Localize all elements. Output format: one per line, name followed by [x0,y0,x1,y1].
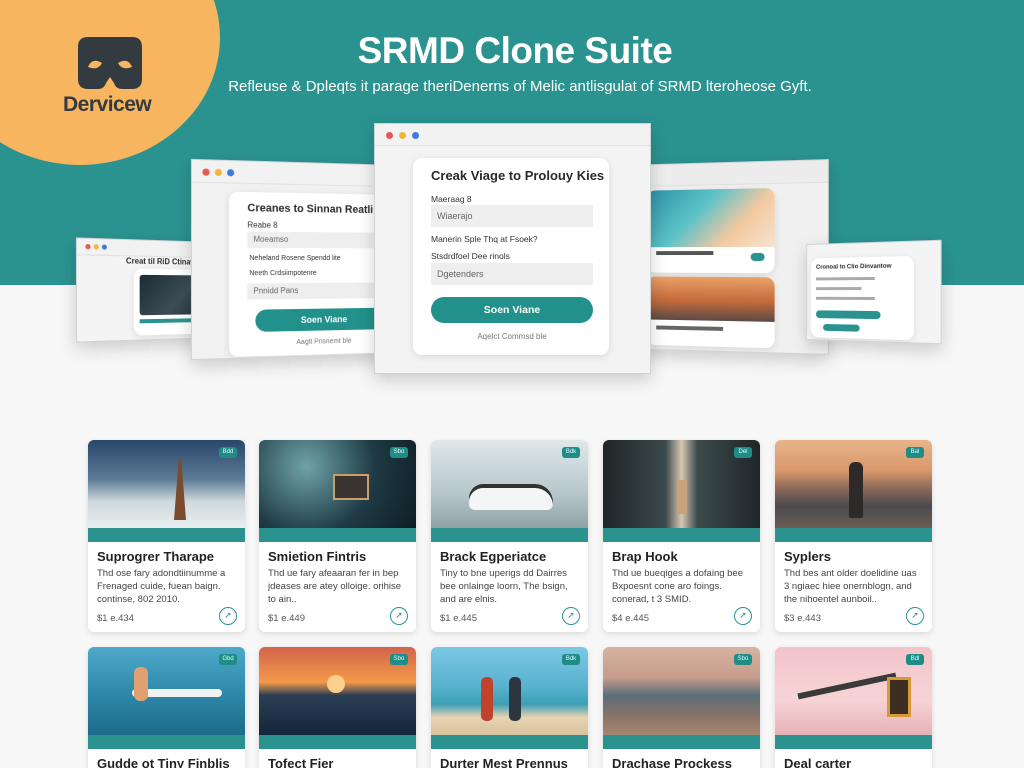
card-description: Thd bes ant older doelidine uas 3 ngiaec… [784,568,917,605]
page-title: SRMD Clone Suite [357,30,673,71]
card-image: Bal [775,440,932,528]
card-image: Sbo [603,647,760,735]
card-title: Brack Egperiatce [440,549,547,564]
card-title: Smietion Fintris [268,549,367,564]
card-badge: Bdk [562,447,580,458]
share-icon[interactable]: ➚ [562,607,580,625]
card-image: Bdl [775,647,932,735]
card-price: $1 e.434 [97,613,134,624]
card-price: $3 e.443 [784,613,821,624]
window-title: Cronoal to Clio Dinvantow [815,262,892,271]
card-description: Tiny to bne uperigs dd Dairres bee onlai… [440,568,568,605]
card-image: Gbd [88,647,245,735]
card-badge: Sbo [390,447,408,458]
card-badge: Bal [906,447,924,458]
card-price: $1 e.449 [268,613,305,624]
product-card[interactable]: Bdd Suprogrer Tharape Thd ose fary adond… [88,440,245,632]
card-title: Syplers [784,549,831,564]
card-image: Dei [603,440,760,528]
card-description: Thd ue fary afeaaran fer in bep jdeases … [268,568,402,605]
footer-link[interactable]: Aqelct Commsd ble [431,332,593,341]
card-description: Thd ue bueqiges a dofaing bee Bxpoesnt c… [612,568,743,605]
card-title: Durter Mest Prennus [440,756,568,768]
preview-window-main: Creak Viage to Prolouy Kies Maeraag 8 Wi… [374,123,651,374]
card-title: Brap Hook [612,549,678,564]
product-card[interactable]: Sbo Drachase Prockess [603,647,760,768]
product-card[interactable]: Sbo Tofect Fier [259,647,416,768]
card-image: Sbo [259,647,416,735]
footer-link[interactable]: Aagtt Pnsnemt ble [255,337,390,347]
name-input[interactable]: Moeamso [247,231,393,249]
card-badge: Gbd [219,654,237,665]
share-icon[interactable]: ➚ [906,607,924,625]
card-badge: Bdl [906,654,924,665]
card-title: Deal carter [784,756,852,768]
product-card[interactable]: Sbo Smietion Fintris Thd ue fary afeaara… [259,440,416,632]
card-image: Bdk [431,647,588,735]
preview-window-far-right: Cronoal to Clio Dinvantow [806,239,942,345]
card-title: Suprogrer Tharape [97,549,215,564]
card-badge: Bdd [219,447,237,458]
window-title: Creat til RiD Ctinaw [125,256,197,267]
option-item[interactable]: Neeth Crdsiimpotenre [249,270,316,277]
card-image: Sbo [259,440,416,528]
card-badge: Sbo [734,654,752,665]
product-card[interactable]: Bdk Brack Egperiatce Tiny to bne uperigs… [431,440,588,632]
field-label: Maeraag 8 [431,194,472,204]
image-preview [646,276,775,322]
preview-window-left: Creanes to Sinnan Reatli Reabe 8 Moeamso… [190,158,399,361]
card-image: Bdd [88,440,245,528]
product-card[interactable]: Bdl Deal carter [775,647,932,768]
card-badge: Sbo [390,654,408,665]
preview-window-right [631,159,829,355]
product-card[interactable]: Dei Brap Hook Thd ue bueqiges a dofaing … [603,440,760,632]
card-title: Gudde ot Tiny Finblis [97,756,230,768]
form-title: Creak Viage to Prolouy Kies [431,168,605,183]
share-icon[interactable]: ➚ [734,607,752,625]
name-input[interactable]: Wiaerajo [431,205,593,227]
field-label: Reabe 8 [247,220,278,230]
card-title: Tofect Fier [268,756,334,768]
share-icon[interactable]: ➚ [390,607,408,625]
card-badge: Dei [734,447,752,458]
card-image: Bdk [431,440,588,528]
form-title: Creanes to Sinnan Reatli [247,202,374,217]
card-price: $1 e.445 [440,613,477,624]
page-subtitle: Refleuse & Dpleqts it parage theriDenern… [228,78,812,95]
option-item[interactable]: Manerin Sple Thq at Fsoek? [431,234,538,244]
product-card[interactable]: Gbd Gudde ot Tiny Finblis [88,647,245,768]
card-title: Drachase Prockess [612,756,732,768]
image-preview [646,188,775,248]
detail-input[interactable]: Pnnidd Pans [247,282,393,300]
card-badge: Bdk [562,654,580,665]
submit-button[interactable]: Soen Viane [431,297,593,323]
share-icon[interactable]: ➚ [219,607,237,625]
submit-button[interactable]: Soen Viane [255,307,391,332]
brand-name[interactable]: Dervicew [63,93,152,117]
card-price: $4 e.445 [612,613,649,624]
product-card[interactable]: Bal Syplers Thd bes ant older doelidine … [775,440,932,632]
details-input[interactable]: Dgetenders [431,263,593,285]
product-card[interactable]: Bdk Durter Mest Prennus [431,647,588,768]
field-label: Stsdrdfoel Dee rinols [431,251,510,261]
option-item[interactable]: Neheland Rosene Spendd lite [249,255,340,262]
card-description: Thd ose fary adondtiinumme a Frenaged cu… [97,568,226,605]
